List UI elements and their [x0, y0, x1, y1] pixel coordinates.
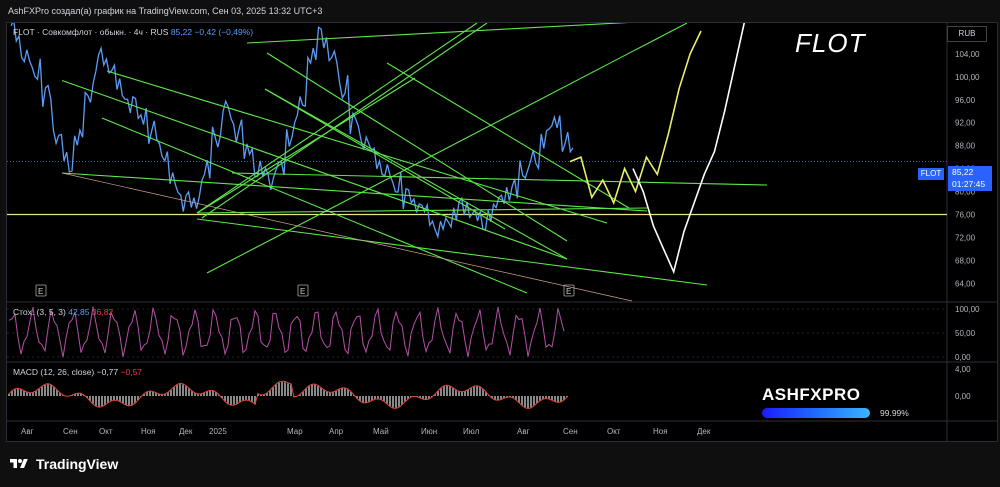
macd-level-label: 4,00 [955, 365, 971, 374]
stoch-k: 42,85 [68, 307, 90, 317]
price-series-line [10, 23, 574, 240]
symbol-price-label: FLOT [918, 168, 944, 180]
x-tick-label: Авг [517, 427, 530, 436]
forecast-yellow-path [569, 30, 702, 206]
x-tick-label: Июл [463, 427, 480, 436]
forecast-white-path [632, 23, 746, 275]
stoch-name: Стох. (3, 5, 3) [13, 307, 66, 317]
macd-name: MACD (12, 26, close) [13, 367, 95, 377]
event-marker-label: E [566, 287, 571, 296]
overlay-title: FLOT [795, 28, 866, 58]
last-price-value: 85,22 [170, 27, 193, 37]
trendline [61, 79, 568, 260]
main-legend: FLOT · Совкомфлот · обыкн. · 4ч · RUS 85… [13, 27, 253, 37]
y-tick-label: 96,00 [955, 96, 976, 105]
stoch-level-label: 50,00 [955, 329, 976, 338]
trendline [231, 172, 768, 186]
y-tick-label: 88,00 [955, 142, 976, 151]
price-tag-countdown: 01:27:45 [952, 179, 986, 189]
y-tick-label: 64,00 [955, 279, 976, 288]
x-tick-label: Окт [99, 427, 113, 436]
x-tick-label: Дек [697, 427, 711, 436]
y-tick-label: 100,00 [955, 73, 980, 82]
x-tick-label: Май [373, 427, 389, 436]
tradingview-logo[interactable]: TradingView [8, 456, 118, 472]
y-tick-label: 104,00 [955, 50, 980, 59]
price-change: −0,42 (−0,49%) [194, 27, 254, 37]
price-tag: 85,22 01:27:45 [948, 166, 992, 191]
x-tick-label: Сен [63, 427, 78, 436]
trendline [196, 218, 708, 286]
stoch-level-label: 100,00 [955, 305, 980, 314]
x-tick-label: 2025 [209, 427, 227, 436]
brand-name: ASHFXPRO [762, 385, 861, 404]
price-tag-value: 85,22 [952, 167, 974, 177]
macd-hist: −0,77 [96, 367, 119, 377]
stoch-level-label: 0,00 [955, 353, 971, 362]
brand-progress-bar [762, 408, 870, 418]
trendline [386, 62, 630, 209]
y-tick-label: 92,00 [955, 119, 976, 128]
symbol-label: FLOT · Совкомфлот · обыкн. · 4ч · RUS [13, 27, 169, 37]
brand-percent: 99.99% [880, 408, 909, 418]
tradingview-text: TradingView [36, 456, 119, 472]
macd-signal: −0,57 [120, 367, 143, 377]
x-tick-label: Апр [329, 427, 344, 436]
x-tick-label: Ноя [653, 427, 668, 436]
x-tick-label: Дек [179, 427, 193, 436]
lower-channel-line [61, 172, 633, 302]
trendline [196, 207, 648, 214]
event-marker-label: E [38, 287, 43, 296]
stoch-legend: Стох. (3, 5, 3) 42,85 36,82 [13, 307, 113, 317]
trendline [201, 23, 488, 219]
x-tick-label: Сен [563, 427, 578, 436]
currency-button[interactable]: RUB [947, 26, 987, 42]
x-tick-label: Авг [21, 427, 34, 436]
trendline [264, 88, 506, 230]
trendline [61, 172, 648, 212]
chart-panel[interactable]: 108,00104,00100,0096,0092,0088,0084,0080… [6, 22, 998, 442]
trendline [246, 23, 629, 44]
chart-svg[interactable]: 108,00104,00100,0096,0092,0088,0084,0080… [7, 23, 997, 441]
x-tick-label: Июн [421, 427, 437, 436]
event-marker-label: E [300, 287, 305, 296]
tradingview-icon [10, 459, 28, 468]
chart-credit: AshFXPro создал(а) график на TradingView… [8, 6, 323, 16]
macd-legend: MACD (12, 26, close) −0,77 −0,57 [13, 367, 142, 377]
y-tick-label: 68,00 [955, 256, 976, 265]
stoch-d: 36,82 [91, 307, 114, 317]
y-tick-label: 72,00 [955, 233, 976, 242]
macd-level-label: 0,00 [955, 392, 971, 401]
x-tick-label: Окт [607, 427, 621, 436]
x-tick-label: Ноя [141, 427, 156, 436]
y-tick-label: 76,00 [955, 210, 976, 219]
x-tick-label: Мар [287, 427, 303, 436]
